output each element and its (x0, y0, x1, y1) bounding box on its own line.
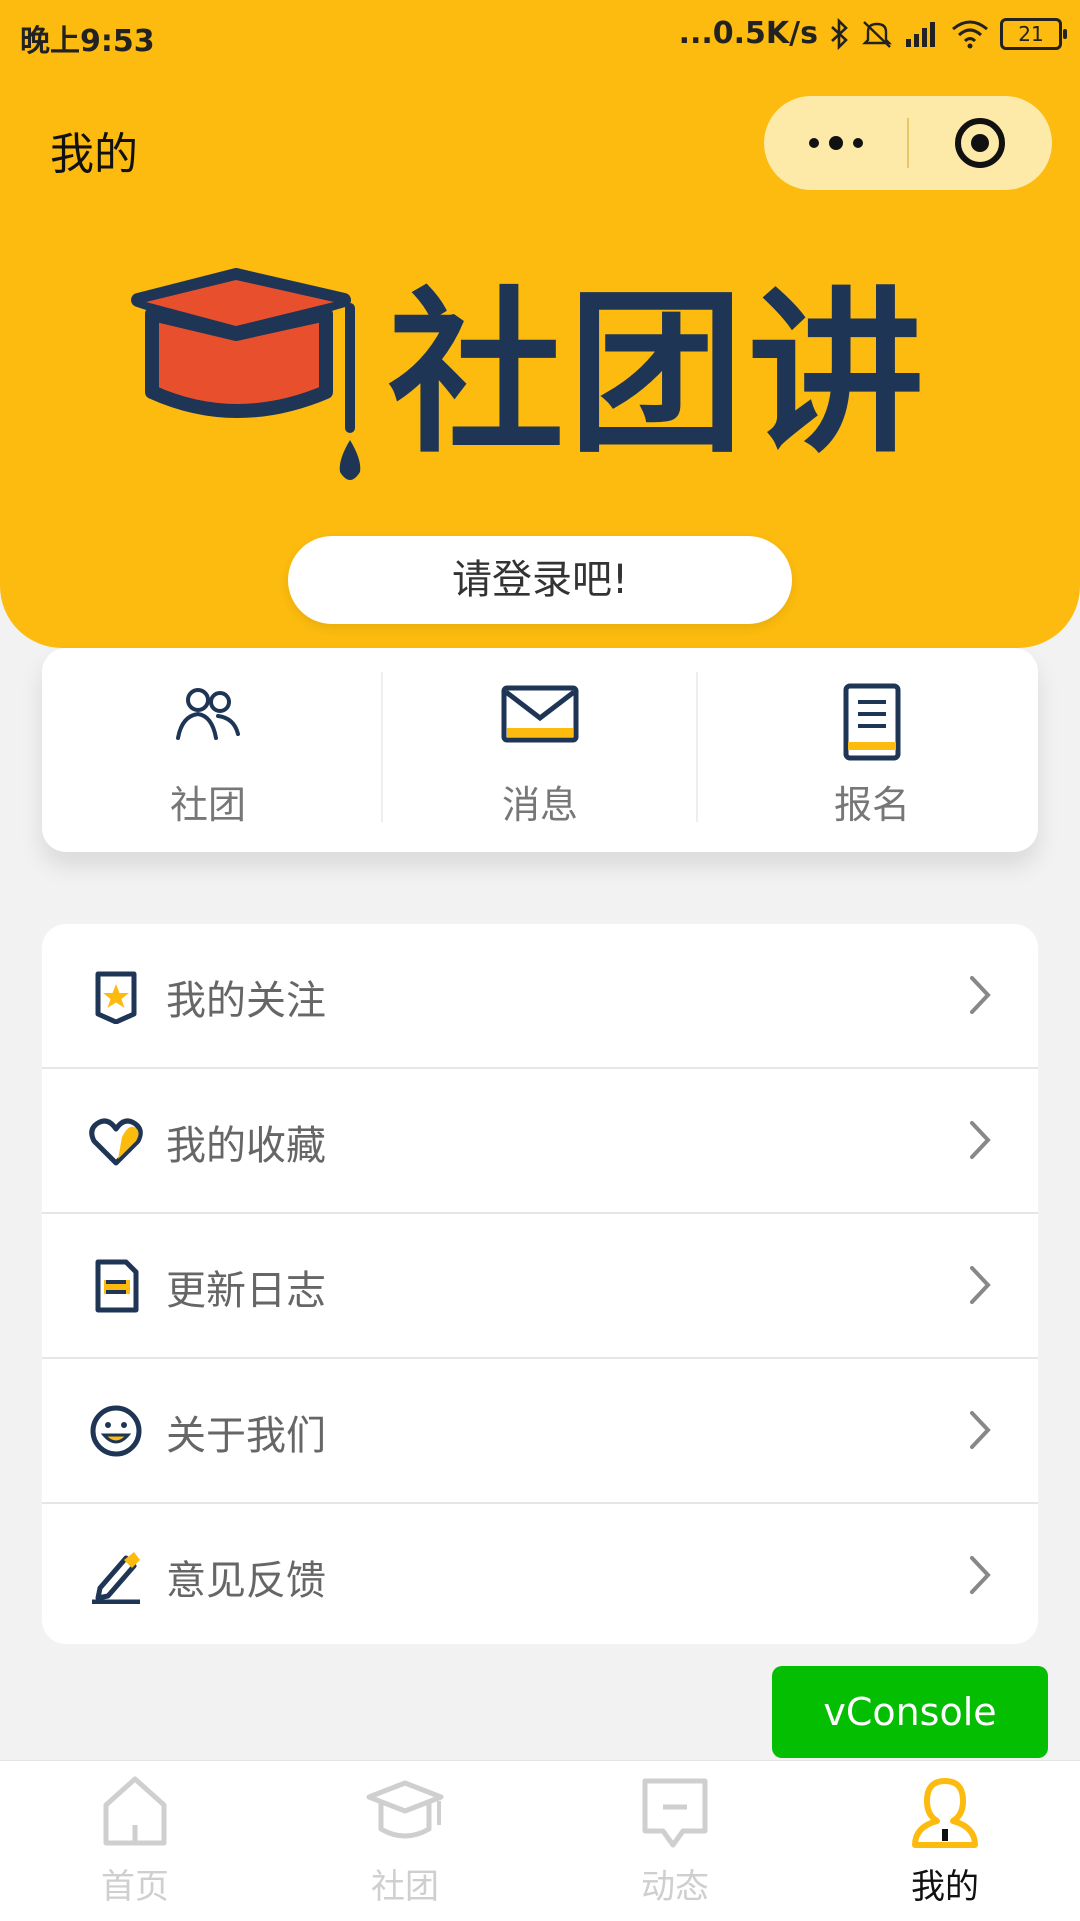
quick-action-club[interactable]: 社团 (42, 648, 374, 852)
tab-label: 我的 (911, 1867, 979, 1907)
menu-item-label: 我的关注 (166, 978, 326, 1024)
quick-action-label: 社团 (169, 783, 246, 827)
menu-item-label: 我的收藏 (166, 1123, 326, 1169)
bluetooth-icon (831, 17, 848, 50)
tab-label: 首页 (101, 1867, 169, 1907)
tab-mine[interactable]: 我的 (810, 1761, 1080, 1921)
heart-icon (89, 1118, 143, 1166)
star-badge-icon (95, 971, 137, 1024)
chevron-right-icon (970, 1411, 991, 1449)
tab-label: 动态 (641, 1867, 709, 1907)
envelope-icon (501, 685, 579, 743)
menu-card: 我的关注 我的收藏 更新日志 关于我们 意见反馈 (42, 924, 1038, 1644)
quick-action-label: 消息 (501, 783, 578, 827)
tab-club[interactable]: 社团 (270, 1761, 540, 1921)
status-icons: ...0.5K/s 21 (678, 16, 1067, 51)
close-button[interactable] (908, 96, 1052, 190)
quick-actions-card: 社团 消息 报名 (42, 648, 1038, 852)
divider (381, 672, 383, 822)
quick-action-signup[interactable]: 报名 (706, 648, 1038, 852)
log-file-icon (95, 1259, 139, 1313)
pencil-icon (92, 1552, 140, 1604)
menu-item-favorites[interactable]: 我的收藏 (42, 1069, 1038, 1212)
chevron-right-icon (970, 1121, 991, 1159)
wifi-icon (952, 20, 988, 48)
more-button[interactable] (764, 96, 908, 190)
chevron-right-icon (970, 976, 991, 1014)
tab-label: 社团 (371, 1867, 439, 1907)
quick-action-label: 报名 (833, 783, 910, 827)
logo-text: 社团讲 (388, 272, 929, 477)
status-bar: 晚上9:53 ...0.5K/s 21 (0, 0, 1080, 72)
page-title: 我的 (50, 129, 138, 180)
menu-item-about[interactable]: 关于我们 (42, 1359, 1038, 1502)
more-dots-icon (809, 136, 863, 150)
login-button[interactable]: 请登录吧! (288, 536, 792, 624)
tab-home[interactable]: 首页 (0, 1761, 270, 1921)
close-target-icon (955, 118, 1005, 168)
menu-item-changelog[interactable]: 更新日志 (42, 1214, 1038, 1357)
home-icon (103, 1776, 167, 1846)
vconsole-button[interactable]: vConsole (772, 1666, 1048, 1758)
menu-item-label: 关于我们 (166, 1413, 326, 1459)
chat-bubble-icon (642, 1778, 708, 1848)
mute-icon (862, 20, 892, 48)
menu-item-follow[interactable]: 我的关注 (42, 924, 1038, 1067)
menu-item-label: 更新日志 (166, 1268, 326, 1314)
tab-bar: 首页 社团 动态 我的 (0, 1760, 1080, 1921)
document-book-icon (843, 683, 901, 761)
graduation-cap-icon (366, 1780, 444, 1839)
battery-icon: 21 (1000, 17, 1067, 50)
signal-icon (906, 21, 935, 47)
status-time: 晚上9:53 (20, 24, 155, 59)
tab-feed[interactable]: 动态 (540, 1761, 810, 1921)
menu-item-label: 意见反馈 (166, 1558, 326, 1604)
chevron-right-icon (970, 1556, 991, 1594)
smiley-icon (90, 1405, 142, 1457)
divider (696, 672, 698, 822)
people-icon (176, 688, 240, 740)
user-icon (912, 1778, 978, 1848)
network-speed: ...0.5K/s (678, 16, 818, 51)
menu-item-feedback[interactable]: 意见反馈 (42, 1504, 1038, 1644)
chevron-right-icon (970, 1266, 991, 1304)
mini-program-capsule (764, 96, 1052, 190)
quick-action-messages[interactable]: 消息 (374, 648, 706, 852)
